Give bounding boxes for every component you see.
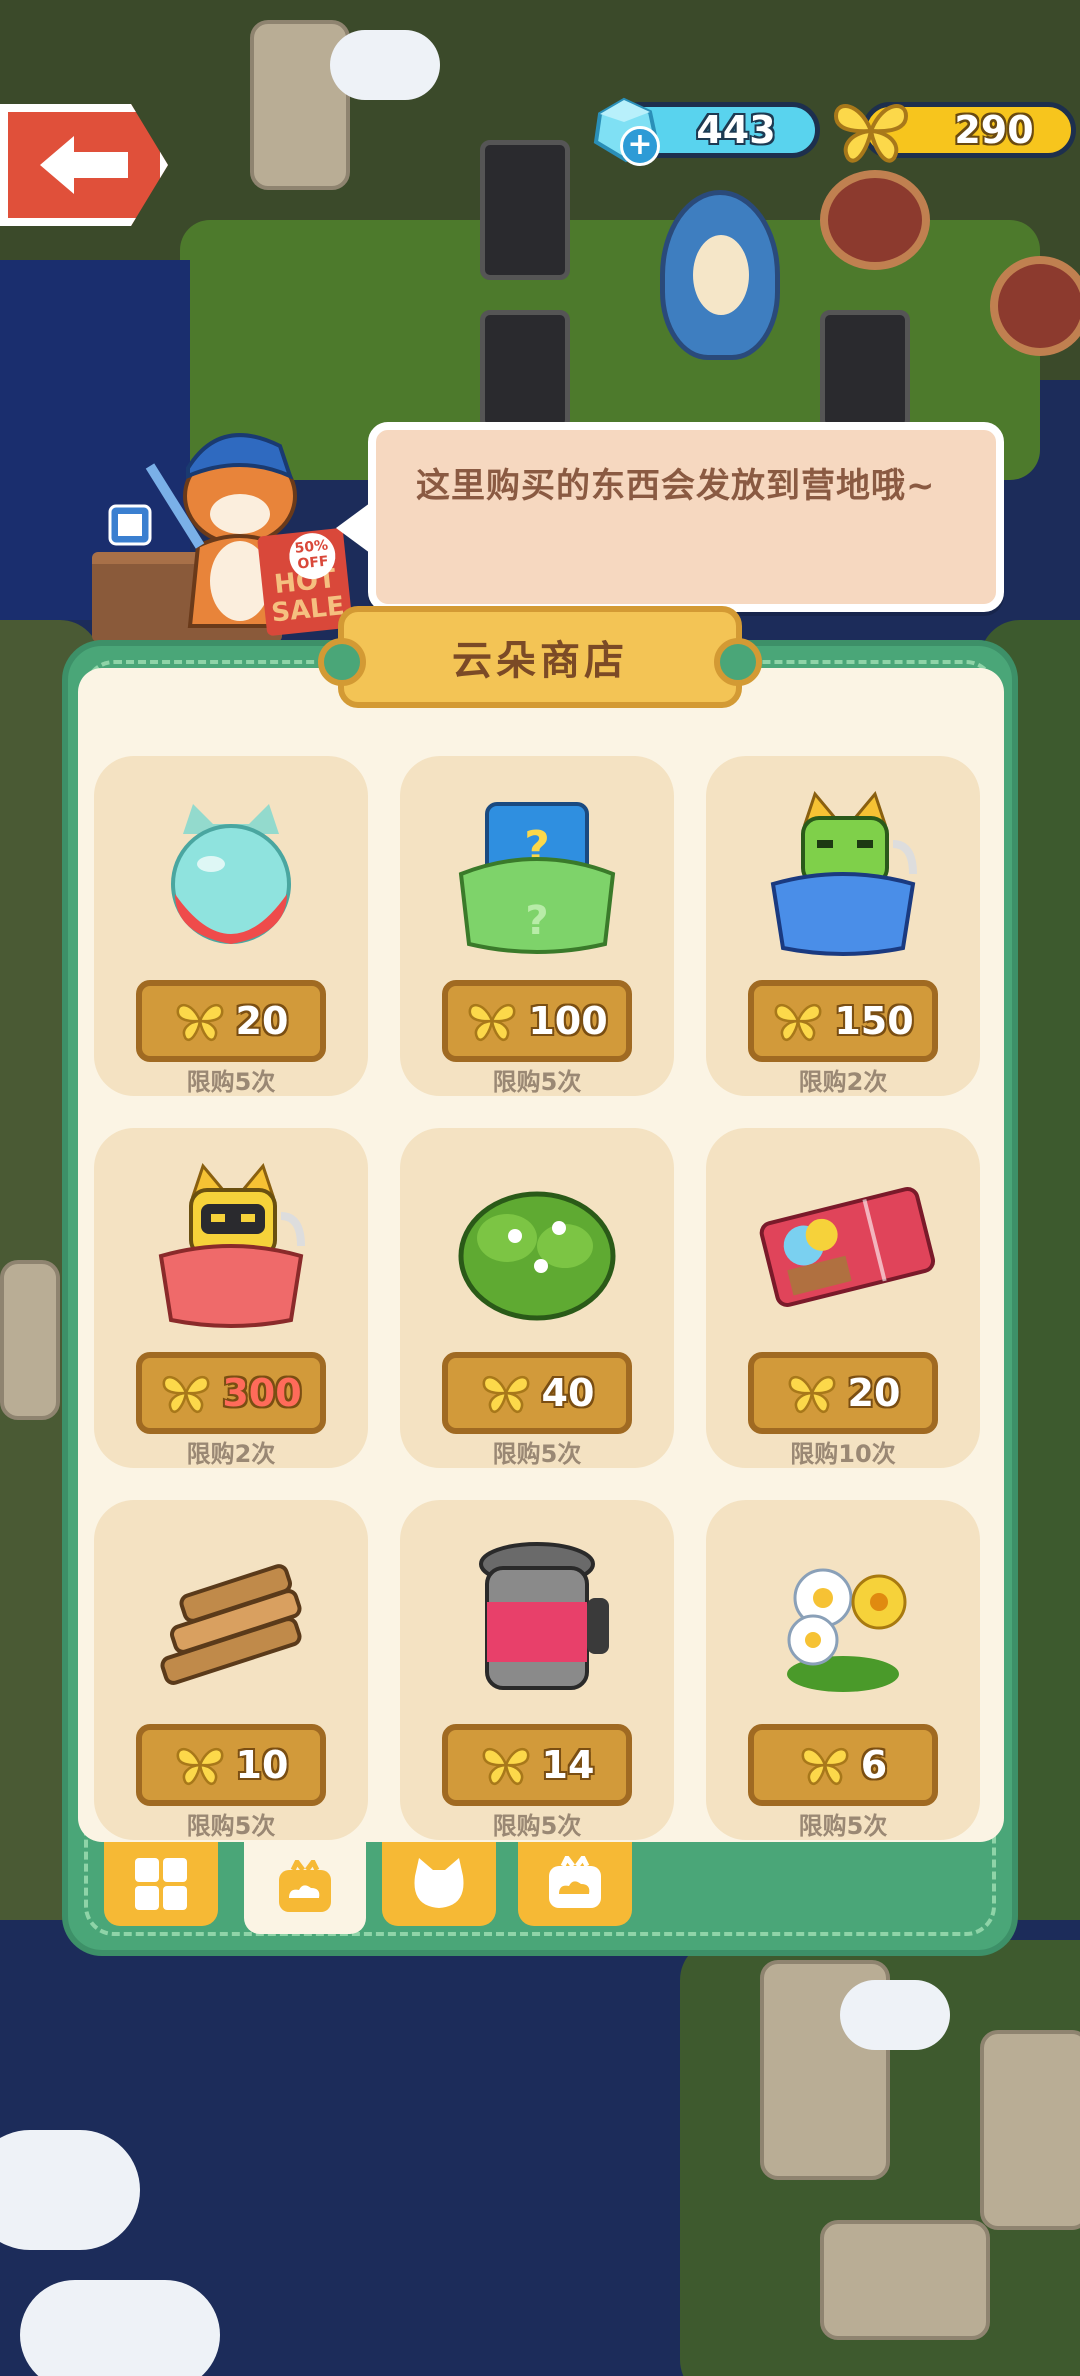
butterfly-icon: [788, 1375, 836, 1413]
purchase-limit: 限购10次: [790, 1440, 896, 1468]
shop-item-blue-robot-cat-bag[interactable]: 150 限购2次: [706, 756, 980, 1096]
svg-text:?: ?: [525, 898, 548, 944]
firewood-icon: [160, 1564, 302, 1685]
speaker-prop-icon: [820, 310, 910, 430]
jelly-pod-icon: [171, 804, 291, 944]
shop-title-text: 云朵商店: [452, 638, 628, 684]
shop-item-jelly-pod[interactable]: 20 限购5次: [94, 756, 368, 1096]
drum-prop-icon: [990, 256, 1080, 356]
butterfly-icon: [176, 1747, 224, 1785]
cat-icon: [414, 1858, 464, 1908]
price-value: 40: [541, 1371, 595, 1415]
price-button[interactable]: 6: [748, 1724, 938, 1806]
price-button[interactable]: 40: [442, 1352, 632, 1434]
shop-title: 云朵商店: [318, 606, 762, 708]
speaker-prop-icon: [480, 310, 570, 430]
shop-item-mystery-bag[interactable]: ? ? 100 限购5次: [400, 756, 674, 1096]
green-bush-icon: [458, 1191, 616, 1321]
penguin-character-icon: [660, 190, 780, 360]
cloud-bag-icon: [549, 1856, 601, 1908]
price-button[interactable]: 300: [136, 1352, 326, 1434]
price-value: 20: [847, 1371, 901, 1415]
flowers-icon: [787, 1568, 907, 1692]
price-button[interactable]: 20: [748, 1352, 938, 1434]
price-value: 6: [860, 1743, 888, 1787]
speech-bubble: 这里购买的东西会发放到营地哦~: [336, 422, 1004, 612]
butterfly-icon: [482, 1375, 530, 1413]
mystery-bag-icon: ? ?: [458, 802, 616, 954]
price-value: 14: [541, 1743, 595, 1787]
purchase-limit: 限购5次: [798, 1812, 888, 1840]
price-value: 20: [235, 999, 289, 1043]
butterfly-count: 290: [954, 108, 1034, 152]
purchase-limit: 限购5次: [186, 1068, 276, 1096]
shop-item-jam-jar[interactable]: 14 限购5次: [400, 1500, 674, 1840]
jam-jar-icon: [479, 1542, 609, 1690]
add-gems-button[interactable]: +: [620, 126, 660, 166]
price-button[interactable]: 20: [136, 980, 326, 1062]
price-button[interactable]: 100: [442, 980, 632, 1062]
butterfly-icon: [774, 1003, 822, 1041]
butterfly-icon: [801, 1747, 849, 1785]
red-robot-cat-bag-icon: [158, 1162, 305, 1328]
price-value: 10: [235, 1743, 289, 1787]
tab-cat[interactable]: [382, 1842, 496, 1926]
tab-cloud[interactable]: [244, 1842, 366, 1934]
purchase-limit: 限购5次: [492, 1068, 582, 1096]
price-value: 150: [834, 999, 914, 1043]
purchase-limit: 限购5次: [492, 1440, 582, 1468]
grid-icon: [135, 1858, 187, 1910]
purchase-limit: 限购5次: [186, 1812, 276, 1840]
butterfly-icon: [482, 1747, 530, 1785]
price-value: 300: [222, 1371, 302, 1415]
shop-item-flowers[interactable]: 6 限购5次: [706, 1500, 980, 1840]
shop-item-red-robot-cat-bag[interactable]: 300 限购2次: [94, 1128, 368, 1468]
shop-item-firewood[interactable]: 10 限购5次: [94, 1500, 368, 1840]
purchase-limit: 限购2次: [186, 1440, 276, 1468]
blue-robot-cat-bag-icon: [770, 790, 917, 956]
tab-all[interactable]: [104, 1842, 218, 1926]
ticket-icon: [759, 1186, 936, 1307]
price-button[interactable]: 14: [442, 1724, 632, 1806]
purchase-limit: 限购5次: [492, 1812, 582, 1840]
butterfly-icon: [176, 1003, 224, 1041]
tab-cloud-2[interactable]: [518, 1842, 632, 1926]
price-value: 100: [528, 999, 608, 1043]
drum-prop-icon: [820, 170, 930, 270]
arrow-left-icon: [40, 136, 128, 194]
shop-item-green-bush[interactable]: 40 限购5次: [400, 1128, 674, 1468]
butterfly-icon: [162, 1375, 210, 1413]
speech-bubble-text: 这里购买的东西会发放到营地哦~: [416, 466, 936, 506]
butterfly-icon: [468, 1003, 516, 1041]
purchase-limit: 限购2次: [798, 1068, 888, 1096]
butterfly-icon: [833, 104, 909, 163]
shop-item-ticket[interactable]: 20 限购10次: [706, 1128, 980, 1468]
gem-count: 443: [696, 108, 776, 152]
price-button[interactable]: 10: [136, 1724, 326, 1806]
price-button[interactable]: 150: [748, 980, 938, 1062]
speaker-prop-icon: [480, 140, 570, 280]
cloud-bag-icon: [279, 1860, 331, 1912]
